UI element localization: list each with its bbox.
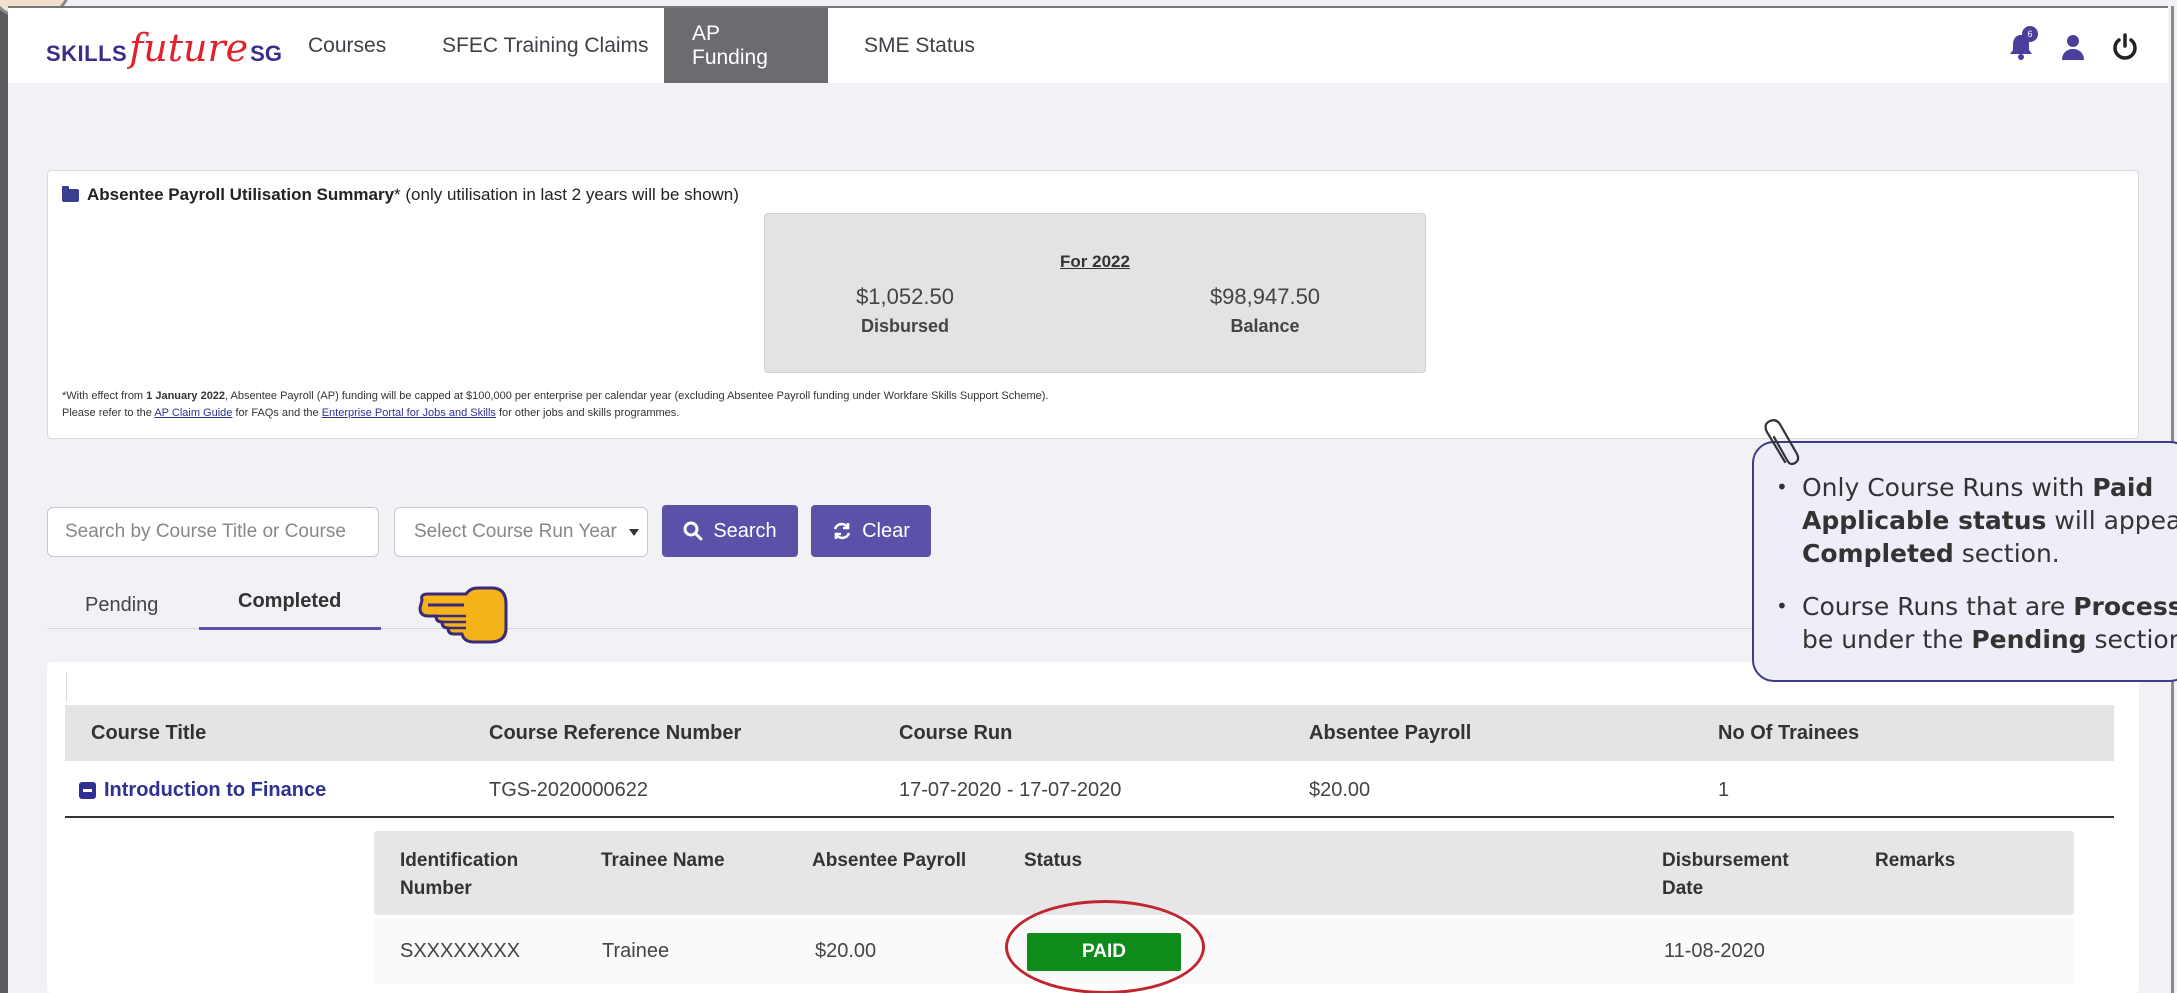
balance-amount: $98,947.50 Balance bbox=[1165, 284, 1365, 337]
top-navbar: SKILLS future SG Courses SFEC Training C… bbox=[8, 6, 2168, 83]
callout-text: Only Course Runs with bbox=[1802, 473, 2093, 502]
summary-title-bold: Absentee Payroll Utilisation Summary bbox=[87, 185, 395, 204]
search-button[interactable]: Search bbox=[662, 505, 798, 557]
paperclip-icon bbox=[1764, 419, 1800, 466]
user-icon[interactable] bbox=[2058, 32, 2088, 62]
disbursed-label: Disbursed bbox=[860, 316, 950, 336]
logo-text-sg: SG bbox=[250, 41, 282, 66]
disbursed-amount: $1,052.50 Disbursed bbox=[805, 284, 1005, 337]
course-absentee-payroll: $20.00 bbox=[1309, 779, 1371, 801]
sth-text: Date bbox=[1662, 878, 1704, 899]
th-course-reference-number[interactable]: Course Reference Number bbox=[489, 705, 741, 761]
th-course-title[interactable]: Course Title bbox=[91, 705, 206, 761]
callout-text: Paid bbox=[2092, 473, 2154, 502]
active-tab-indicator bbox=[199, 627, 381, 630]
callout-text: section bbox=[2086, 625, 2177, 654]
year-select-placeholder: Select Course Run Year bbox=[414, 521, 617, 542]
funding-cap-note: *With effect from 1 January 2022, Absent… bbox=[62, 390, 1048, 402]
tab-pending[interactable]: Pending bbox=[85, 594, 158, 617]
table-header-row: Course Title Course Reference Number Cou… bbox=[65, 705, 2114, 761]
trainee-table-header: Identification Number Trainee Name Absent… bbox=[374, 831, 2074, 915]
skillsfuture-logo[interactable]: SKILLS future SG bbox=[46, 26, 282, 70]
nav-sfec-training-claims[interactable]: SFEC Training Claims bbox=[414, 8, 677, 83]
course-run-year-select[interactable]: Select Course Run Year bbox=[394, 507, 648, 557]
th-absentee-payroll[interactable]: Absentee Payroll bbox=[1309, 705, 1471, 761]
callout-text: Process bbox=[2073, 592, 2177, 621]
disbursed-value: $1,052.50 bbox=[856, 284, 954, 309]
note-text: , Absentee Payroll (AP) funding will be … bbox=[225, 390, 1049, 402]
course-no-of-trainees: 1 bbox=[1718, 779, 1730, 801]
sth-text: Number bbox=[400, 878, 472, 899]
course-reference-number: TGS-2020000622 bbox=[489, 779, 649, 801]
trainee-row: SXXXXXXXX Trainee $20.00 11-08-2020 bbox=[374, 918, 2074, 984]
trainee-name: Trainee bbox=[602, 940, 670, 962]
highlight-ellipse bbox=[1005, 900, 1205, 993]
sth-identification-number: Identification Number bbox=[400, 847, 518, 903]
course-run-dates: 17-07-2020 - 17-07-2020 bbox=[899, 779, 1122, 801]
note-text: *With effect from bbox=[62, 390, 147, 402]
reference-note: Please refer to the AP Claim Guide for F… bbox=[62, 407, 679, 419]
summary-title-note: * (only utilisation in last 2 years will… bbox=[394, 185, 739, 204]
callout-text: Applicable status bbox=[1802, 506, 2047, 535]
clear-button-label: Clear bbox=[862, 519, 910, 542]
row-divider bbox=[65, 816, 2114, 818]
callout-bullet: Only Course Runs with Paid Applicable sta… bbox=[1766, 471, 2177, 570]
sth-text: Identification bbox=[400, 850, 519, 871]
year-label: For 2022 bbox=[1060, 252, 1130, 271]
balance-label: Balance bbox=[1230, 316, 1300, 336]
callout-bullet: Course Runs that are Process be under the… bbox=[1766, 590, 2177, 656]
folder-icon bbox=[62, 185, 79, 202]
note-text: Please refer to the bbox=[62, 407, 155, 419]
callout-text: Course Runs that are bbox=[1802, 592, 2074, 621]
callout-text: section. bbox=[1953, 539, 2060, 568]
sth-trainee-name: Trainee Name bbox=[601, 850, 725, 871]
collapse-icon[interactable] bbox=[79, 781, 96, 799]
sth-disbursement-date: Disbursement Date bbox=[1662, 847, 1789, 903]
summary-title: Absentee Payroll Utilisation Summary* (o… bbox=[62, 185, 739, 205]
bell-icon[interactable]: 6 bbox=[2006, 26, 2038, 62]
search-icon bbox=[683, 521, 703, 541]
year-utilisation-box: For 2022 $1,052.50 Disbursed $98,947.50 … bbox=[764, 213, 1426, 373]
trainee-absentee-payroll: $20.00 bbox=[815, 940, 877, 962]
callout-text: Pending bbox=[1971, 625, 2087, 654]
nav-ap-funding[interactable]: AP Funding bbox=[664, 8, 828, 83]
power-icon[interactable] bbox=[2110, 32, 2140, 62]
sth-remarks: Remarks bbox=[1875, 850, 1956, 871]
enterprise-portal-link[interactable]: Enterprise Portal for Jobs and Skills bbox=[322, 407, 496, 419]
logo-text-future: future bbox=[129, 26, 249, 70]
sth-status: Status bbox=[1024, 850, 1083, 871]
course-title-link[interactable]: Introduction to Finance bbox=[79, 764, 326, 816]
card-divider bbox=[66, 672, 67, 702]
nav-icons: 6 bbox=[2006, 26, 2140, 62]
note-date: 1 January 2022 bbox=[146, 390, 226, 402]
ap-claim-guide-link[interactable]: AP Claim Guide bbox=[154, 407, 232, 419]
callout-text: will appea bbox=[2046, 506, 2177, 535]
balance-value: $98,947.50 bbox=[1209, 284, 1321, 309]
chevron-down-icon bbox=[629, 529, 639, 536]
nav-sme-status[interactable]: SME Status bbox=[836, 8, 1003, 83]
course-title-text: Introduction to Finance bbox=[104, 779, 327, 801]
note-text: for other jobs and skills programmes. bbox=[495, 407, 680, 419]
disbursement-date: 11-08-2020 bbox=[1664, 940, 1765, 962]
logo-text-skills: SKILLS bbox=[46, 41, 128, 66]
note-text: for FAQs and the bbox=[232, 407, 322, 419]
ap-utilisation-summary-card: Absentee Payroll Utilisation Summary* (o… bbox=[47, 170, 2139, 439]
nav-courses[interactable]: Courses bbox=[280, 8, 414, 83]
th-course-run[interactable]: Course Run bbox=[899, 705, 1012, 761]
clear-button[interactable]: Clear bbox=[811, 505, 931, 557]
callout-text: be under the bbox=[1802, 625, 1972, 654]
tab-completed[interactable]: Completed bbox=[238, 590, 341, 613]
info-callout: Only Course Runs with Paid Applicable sta… bbox=[1752, 441, 2177, 682]
sth-absentee-payroll: Absentee Payroll bbox=[812, 850, 967, 871]
search-input[interactable]: Search by Course Title or Course bbox=[47, 507, 379, 557]
search-button-label: Search bbox=[713, 519, 777, 542]
pointing-hand-icon bbox=[418, 586, 508, 644]
sth-text: Disbursement bbox=[1662, 850, 1789, 871]
notification-count-badge: 6 bbox=[2022, 26, 2038, 42]
th-no-of-trainees[interactable]: No Of Trainees bbox=[1718, 705, 1859, 761]
trainee-id: SXXXXXXXX bbox=[400, 940, 521, 962]
refresh-icon bbox=[833, 522, 851, 540]
callout-text: Completed bbox=[1802, 539, 1954, 568]
